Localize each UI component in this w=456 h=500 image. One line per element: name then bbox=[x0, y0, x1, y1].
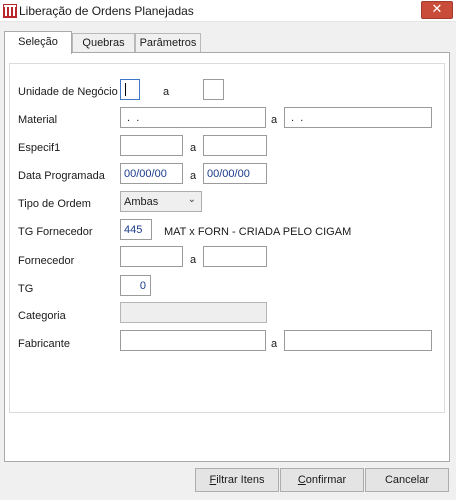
data-programada-from-input[interactable]: 00/00/00 bbox=[120, 163, 183, 184]
range-separator: a bbox=[190, 254, 197, 266]
categoria-label: Categoria bbox=[18, 310, 66, 322]
confirmar-button[interactable]: Confirmar bbox=[280, 468, 364, 492]
tg-fornecedor-description: MAT x FORN - CRIADA PELO CIGAM bbox=[164, 226, 352, 238]
especif1-from-input[interactable] bbox=[120, 135, 183, 156]
range-separator: a bbox=[271, 338, 278, 350]
range-separator: a bbox=[271, 114, 278, 126]
fabricante-from-input[interactable] bbox=[120, 330, 266, 351]
especif1-label: Especif1 bbox=[18, 142, 61, 154]
tg-fornecedor-input[interactable]: 445 bbox=[120, 219, 152, 240]
tipo-ordem-select[interactable]: Ambas ⌄ bbox=[120, 191, 202, 212]
especif1-to-input[interactable] bbox=[203, 135, 267, 156]
cancelar-button[interactable]: Cancelar bbox=[365, 468, 449, 492]
fabricante-to-input[interactable] bbox=[284, 330, 432, 351]
button-label: iltrar Itens bbox=[216, 474, 265, 486]
close-button[interactable]: ✕ bbox=[421, 1, 453, 19]
fornecedor-label: Fornecedor bbox=[18, 255, 75, 267]
range-separator: a bbox=[163, 86, 170, 98]
unidade-from-input[interactable] bbox=[120, 79, 140, 100]
app-logo-icon bbox=[3, 4, 17, 18]
hotkey-letter: C bbox=[297, 474, 306, 486]
text-caret bbox=[125, 83, 126, 96]
tab-label: Parâmetros bbox=[139, 37, 197, 49]
categoria-input bbox=[120, 302, 267, 323]
tipo-ordem-value: Ambas bbox=[124, 196, 159, 208]
material-label: Material bbox=[18, 114, 58, 126]
close-icon: ✕ bbox=[431, 2, 443, 17]
material-to-input[interactable]: . . bbox=[284, 107, 432, 128]
fornecedor-from-input[interactable] bbox=[120, 246, 183, 267]
tab-panel-selecao: Unidade de Negócio a Material . . a . . … bbox=[4, 52, 450, 462]
tg-input[interactable]: 0 bbox=[120, 275, 151, 296]
material-from-input[interactable]: . . bbox=[120, 107, 266, 128]
tab-label: Seleção bbox=[18, 36, 58, 48]
tg-fornecedor-label: TG Fornecedor bbox=[18, 226, 93, 238]
unidade-label: Unidade de Negócio bbox=[18, 86, 118, 98]
title-bar: Liberação de Ordens Planejadas ✕ bbox=[0, 0, 456, 22]
unidade-to-input[interactable] bbox=[203, 79, 224, 100]
range-separator: a bbox=[190, 170, 197, 182]
window-title: Liberação de Ordens Planejadas bbox=[19, 4, 194, 18]
button-label: Cancelar bbox=[384, 474, 430, 486]
filtrar-itens-button[interactable]: Filtrar Itens bbox=[195, 468, 279, 492]
tab-parametros[interactable]: Parâmetros bbox=[135, 33, 201, 52]
tab-selecao[interactable]: Seleção bbox=[4, 31, 72, 54]
data-programada-to-input[interactable]: 00/00/00 bbox=[203, 163, 267, 184]
tg-label: TG bbox=[18, 283, 34, 295]
chevron-down-icon: ⌄ bbox=[187, 194, 196, 205]
tab-label: Quebras bbox=[82, 37, 125, 49]
range-separator: a bbox=[190, 142, 197, 154]
tab-quebras[interactable]: Quebras bbox=[72, 33, 135, 52]
tipo-ordem-label: Tipo de Ordem bbox=[18, 198, 91, 210]
filter-group: Unidade de Negócio a Material . . a . . … bbox=[9, 63, 445, 413]
fornecedor-to-input[interactable] bbox=[203, 246, 267, 267]
data-programada-label: Data Programada bbox=[18, 170, 105, 182]
button-label: onfirmar bbox=[305, 474, 347, 486]
fabricante-label: Fabricante bbox=[18, 338, 70, 350]
